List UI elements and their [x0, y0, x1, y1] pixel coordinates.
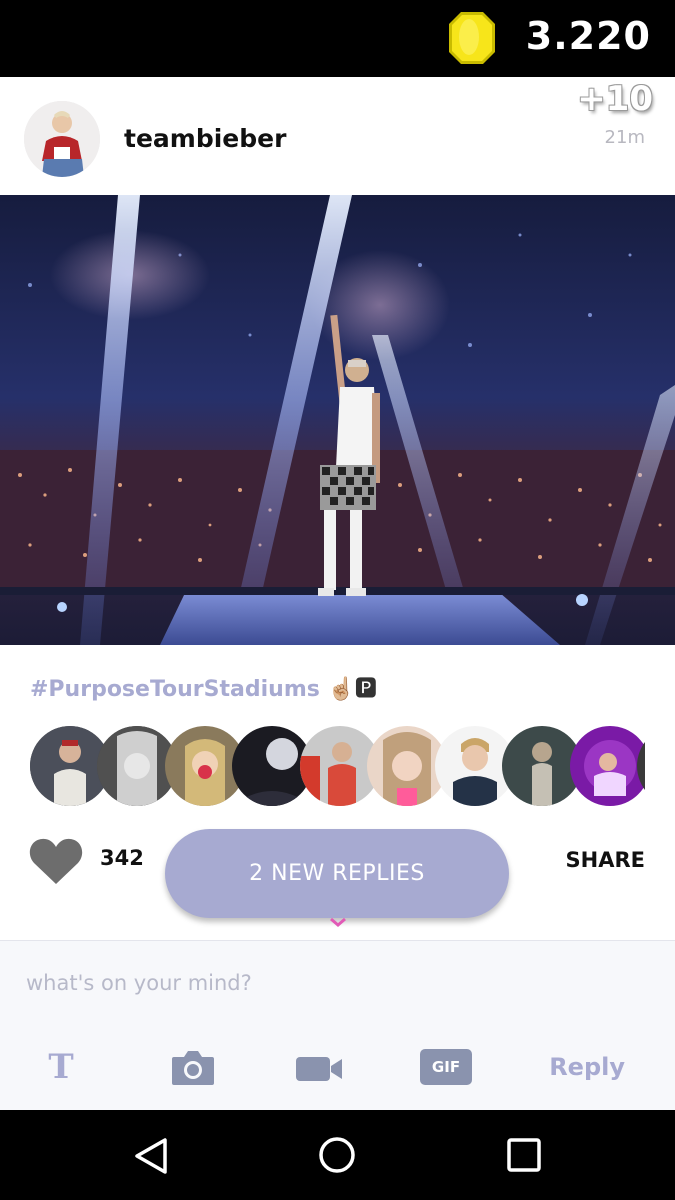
avatar[interactable] — [570, 726, 645, 806]
post-photo[interactable] — [0, 195, 675, 645]
coin-icon — [449, 12, 495, 64]
text-icon[interactable]: T — [44, 1049, 78, 1085]
back-icon[interactable] — [133, 1136, 169, 1176]
post-time: 21m — [604, 127, 645, 148]
new-replies-button[interactable]: 2 NEW REPLIES — [165, 829, 509, 918]
video-icon[interactable] — [295, 1053, 343, 1085]
camera-icon[interactable] — [170, 1049, 216, 1087]
reply-button[interactable]: Reply — [549, 1053, 625, 1081]
caption-hashtag[interactable]: #PurposeTourStadiums — [30, 677, 320, 702]
coin-count: 3.220 — [525, 14, 651, 58]
post-caption[interactable]: #PurposeTourStadiums ☝🏼🅿 — [30, 671, 377, 703]
points-badge: +10 — [577, 79, 653, 119]
home-icon[interactable] — [318, 1136, 356, 1174]
recents-icon[interactable] — [506, 1137, 542, 1173]
chevron-down-icon — [330, 917, 346, 927]
reply-composer: T GIF Reply — [0, 940, 675, 1110]
reply-input[interactable] — [26, 971, 646, 995]
like-count: 342 — [100, 846, 144, 870]
heart-icon[interactable] — [28, 836, 84, 886]
system-nav-bar — [0, 1110, 675, 1200]
author-username[interactable]: teambieber — [124, 124, 286, 153]
caption-emoji: ☝🏼🅿 — [327, 677, 377, 702]
author-avatar[interactable] — [24, 101, 100, 177]
post-header: teambieber +10 21m — [0, 77, 675, 195]
share-button[interactable]: SHARE — [566, 848, 645, 872]
reply-avatars[interactable] — [30, 725, 645, 807]
gif-icon[interactable]: GIF — [420, 1049, 472, 1085]
status-bar: 3.220 — [0, 0, 675, 77]
